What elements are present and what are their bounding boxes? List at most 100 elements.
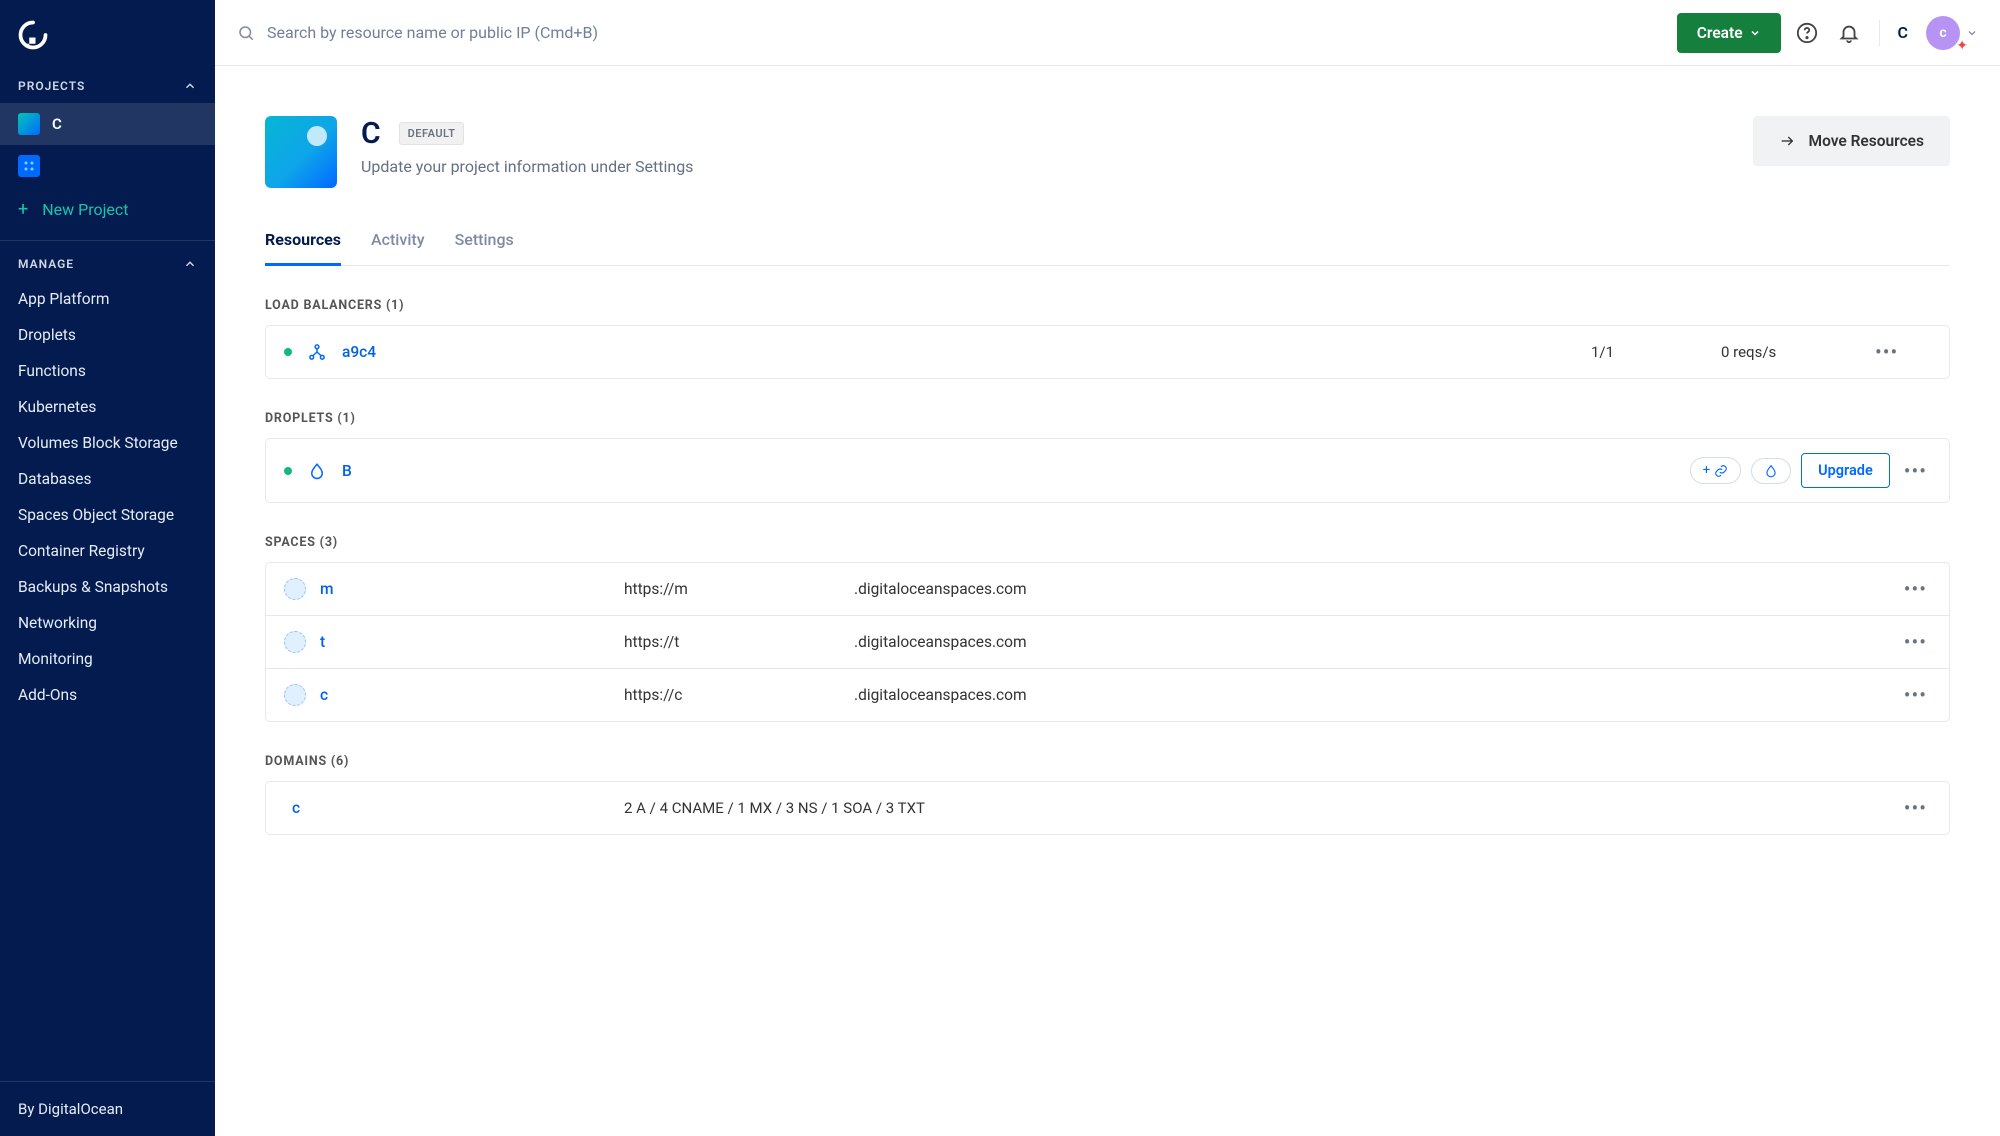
chevron-up-icon <box>183 257 197 271</box>
new-project-label: New Project <box>42 200 128 219</box>
manage-volumes[interactable]: Volumes Block Storage <box>0 425 215 461</box>
status-dot-icon <box>284 348 292 356</box>
project-header: C DEFAULT Update your project informatio… <box>265 116 1950 188</box>
manage-spaces[interactable]: Spaces Object Storage <box>0 497 215 533</box>
resource-name[interactable]: m <box>320 580 334 598</box>
load-balancers-card: a9c4 1/1 0 reqs/s ••• <box>265 325 1950 379</box>
resource-name[interactable]: t <box>320 633 325 651</box>
project-icon <box>18 155 40 177</box>
default-badge: DEFAULT <box>399 122 465 145</box>
tabs: Resources Activity Settings <box>265 218 1950 266</box>
tab-resources[interactable]: Resources <box>265 218 341 266</box>
content: C DEFAULT Update your project informatio… <box>215 66 2000 875</box>
projects-header-label: PROJECTS <box>18 79 85 93</box>
space-icon <box>284 631 306 653</box>
main: Create C c ✦ C <box>215 0 2000 1136</box>
projects-header[interactable]: PROJECTS <box>0 69 215 103</box>
space-url-domain: .digitaloceanspaces.com <box>854 580 1871 598</box>
space-row[interactable]: t https://t .digitaloceanspaces.com ••• <box>266 616 1949 669</box>
sidebar: PROJECTS C + New Project MANAGE App Plat… <box>0 0 215 1136</box>
lb-ratio: 1/1 <box>1591 343 1711 361</box>
space-url-prefix: https://t <box>624 633 764 651</box>
brand-logo[interactable] <box>0 0 215 69</box>
resource-name[interactable]: c <box>292 799 624 817</box>
move-resources-button[interactable]: Move Resources <box>1753 116 1951 166</box>
divider <box>0 240 215 241</box>
notifications-button[interactable] <box>1833 17 1865 49</box>
more-menu[interactable]: ••• <box>1900 630 1931 654</box>
bell-icon <box>1838 22 1860 44</box>
more-menu[interactable]: ••• <box>1900 577 1931 601</box>
droplet-icon <box>308 462 326 480</box>
chevron-down-icon <box>1749 27 1761 39</box>
resource-name[interactable]: c <box>320 686 328 704</box>
search-icon <box>237 24 255 42</box>
tab-settings[interactable]: Settings <box>455 218 514 265</box>
manage-app-platform[interactable]: App Platform <box>0 281 215 317</box>
project-big-icon <box>265 116 337 188</box>
digitalocean-icon <box>18 20 48 50</box>
space-url-prefix: https://m <box>624 580 764 598</box>
create-label: Create <box>1697 24 1743 42</box>
more-menu[interactable]: ••• <box>1900 459 1931 483</box>
manage-header-label: MANAGE <box>18 257 74 271</box>
droplet-row[interactable]: B + Upgrade ••• <box>266 439 1949 502</box>
status-dot-icon <box>284 467 292 475</box>
manage-networking[interactable]: Networking <box>0 605 215 641</box>
droplet-small-icon <box>1764 464 1778 478</box>
load-balancer-icon <box>308 343 326 361</box>
manage-header[interactable]: MANAGE <box>0 247 215 281</box>
link-icon <box>1714 464 1728 478</box>
manage-backups[interactable]: Backups & Snapshots <box>0 569 215 605</box>
plus-icon: + <box>18 199 28 220</box>
add-tag-pill[interactable]: + <box>1690 457 1741 484</box>
create-button[interactable]: Create <box>1677 13 1781 53</box>
help-button[interactable] <box>1791 17 1823 49</box>
topbar: Create C c ✦ <box>215 0 2000 66</box>
move-resources-label: Move Resources <box>1809 132 1925 150</box>
lb-reqs: 0 reqs/s <box>1721 343 1861 361</box>
sidebar-project-other[interactable] <box>0 145 215 187</box>
resource-name[interactable]: B <box>342 462 352 480</box>
load-balancer-row[interactable]: a9c4 1/1 0 reqs/s ••• <box>266 326 1949 378</box>
space-url-prefix: https://c <box>624 686 764 704</box>
manage-addons[interactable]: Add-Ons <box>0 677 215 713</box>
avatar: c <box>1926 16 1960 50</box>
user-menu[interactable]: c ✦ <box>1926 16 1978 50</box>
manage-databases[interactable]: Databases <box>0 461 215 497</box>
resource-name[interactable]: a9c4 <box>342 343 376 361</box>
more-menu[interactable]: ••• <box>1900 796 1931 820</box>
section-domains-head: DOMAINS (6) <box>265 754 1950 769</box>
avatar-badge-icon: ✦ <box>1956 38 1968 54</box>
arrow-right-icon <box>1779 133 1795 149</box>
project-title: C <box>361 116 381 151</box>
new-project-button[interactable]: + New Project <box>0 187 215 238</box>
space-row[interactable]: c https://c .digitaloceanspaces.com ••• <box>266 669 1949 721</box>
space-row[interactable]: m https://m .digitaloceanspaces.com ••• <box>266 563 1949 616</box>
space-icon <box>284 578 306 600</box>
manage-droplets[interactable]: Droplets <box>0 317 215 353</box>
search-input[interactable] <box>267 23 1667 42</box>
project-label: C <box>52 115 62 133</box>
upgrade-button[interactable]: Upgrade <box>1801 453 1890 488</box>
more-menu[interactable]: ••• <box>1900 683 1931 707</box>
manage-kubernetes[interactable]: Kubernetes <box>0 389 215 425</box>
spaces-card: m https://m .digitaloceanspaces.com ••• … <box>265 562 1950 722</box>
manage-functions[interactable]: Functions <box>0 353 215 389</box>
space-url-domain: .digitaloceanspaces.com <box>854 633 1871 651</box>
project-icon <box>18 113 40 135</box>
chevron-up-icon <box>183 79 197 93</box>
droplet-pill[interactable] <box>1751 458 1791 484</box>
domain-row[interactable]: c 2 A / 4 CNAME / 1 MX / 3 NS / 1 SOA / … <box>266 782 1949 834</box>
account-letter[interactable]: C <box>1898 23 1908 42</box>
sidebar-project-c[interactable]: C <box>0 103 215 145</box>
more-menu[interactable]: ••• <box>1871 340 1931 364</box>
manage-monitoring[interactable]: Monitoring <box>0 641 215 677</box>
space-url-domain: .digitaloceanspaces.com <box>854 686 1871 704</box>
section-droplets-head: DROPLETS (1) <box>265 411 1950 426</box>
sidebar-footer: By DigitalOcean <box>0 1081 215 1136</box>
tab-activity[interactable]: Activity <box>371 218 425 265</box>
manage-container-registry[interactable]: Container Registry <box>0 533 215 569</box>
section-load-balancers-head: LOAD BALANCERS (1) <box>265 298 1950 313</box>
help-icon <box>1796 22 1818 44</box>
